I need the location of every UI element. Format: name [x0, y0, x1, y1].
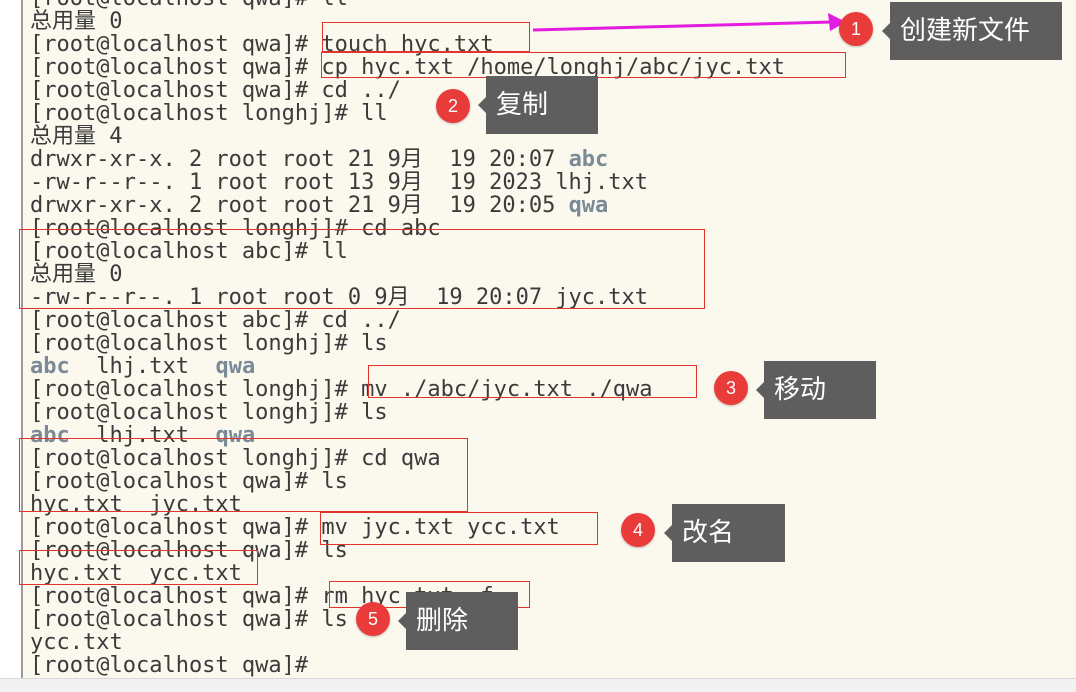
listing-text: drwxr-xr-x. 2 root root 21 9月 19 20:07 — [30, 147, 569, 172]
step-badge-4: 4 — [621, 513, 655, 547]
terminal-line: [root@localhost abc]# cd ../ — [30, 308, 401, 333]
callout-create-file: 创建新文件 — [882, 2, 1062, 60]
terminal-line: [root@localhost qwa]# touch hyc.txt — [30, 32, 494, 57]
terminal-line: [root@localhost qwa]# ls — [30, 469, 348, 494]
terminal-line: [root@localhost abc]# ll — [30, 239, 348, 264]
step-badge-1: 1 — [839, 12, 873, 46]
terminal-line: [root@localhost qwa]# ll — [30, 0, 785, 10]
terminal-line: hyc.txt ycc.txt — [30, 561, 242, 586]
window-bottom-bar — [0, 678, 1076, 692]
terminal-line: [root@localhost qwa]# cd ../ — [30, 78, 401, 103]
callout-delete: 删除 — [398, 592, 518, 650]
step-badge-2: 2 — [436, 89, 470, 123]
step-badge-5: 5 — [356, 602, 390, 636]
directory-name: qwa — [568, 193, 609, 218]
callout-move: 移动 — [756, 361, 876, 419]
terminal-line: [root@localhost longhj]# ls — [30, 331, 388, 356]
directory-name: qwa — [215, 354, 256, 379]
terminal-line: [root@localhost longhj]# cd qwa — [30, 446, 441, 471]
terminal-line: abc lhj.txt qwa — [30, 355, 785, 378]
terminal-line: [root@localhost longhj]# mv ./abc/jyc.tx… — [30, 377, 653, 402]
screenshot-canvas: [root@localhost qwa]# ll总用量 0[root@local… — [0, 0, 1076, 692]
terminal-line: [root@localhost qwa]# cp hyc.txt /home/l… — [30, 55, 785, 80]
directory-name: qwa — [215, 423, 256, 448]
terminal-line: 总用量 0 — [30, 9, 123, 34]
callout-rename: 改名 — [664, 504, 785, 562]
terminal-output: [root@localhost qwa]# ll总用量 0[root@local… — [30, 0, 785, 677]
listing-text: drwxr-xr-x. 2 root root 21 9月 19 20:05 — [30, 193, 569, 218]
terminal-line: abc lhj.txt qwa — [30, 424, 785, 447]
directory-name: abc — [30, 354, 70, 379]
terminal-line: [root@localhost qwa]# — [30, 653, 309, 678]
terminal-line: drwxr-xr-x. 2 root root 21 9月 19 20:07 a… — [30, 148, 785, 171]
terminal-line: drwxr-xr-x. 2 root root 21 9月 19 20:05 q… — [30, 194, 785, 217]
terminal-line: [root@localhost longhj]# cd abc — [30, 216, 441, 241]
file-name: lhj.txt — [69, 423, 216, 448]
terminal-line: -rw-r--r--. 1 root root 0 9月 19 20:07 jy… — [30, 285, 649, 310]
file-name: lhj.txt — [69, 354, 216, 379]
step-badge-3: 3 — [714, 371, 748, 405]
directory-name: abc — [30, 423, 70, 448]
terminal-line: 总用量 4 — [30, 124, 123, 149]
callout-copy: 复制 — [478, 76, 598, 134]
terminal-line: [root@localhost longhj]# ls — [30, 400, 388, 425]
terminal-line: -rw-r--r--. 1 root root 13 9月 19 2023 lh… — [30, 170, 649, 195]
terminal-line: [root@localhost longhj]# ll — [30, 101, 388, 126]
terminal-line: 总用量 0 — [30, 262, 123, 287]
directory-name: abc — [568, 147, 609, 172]
